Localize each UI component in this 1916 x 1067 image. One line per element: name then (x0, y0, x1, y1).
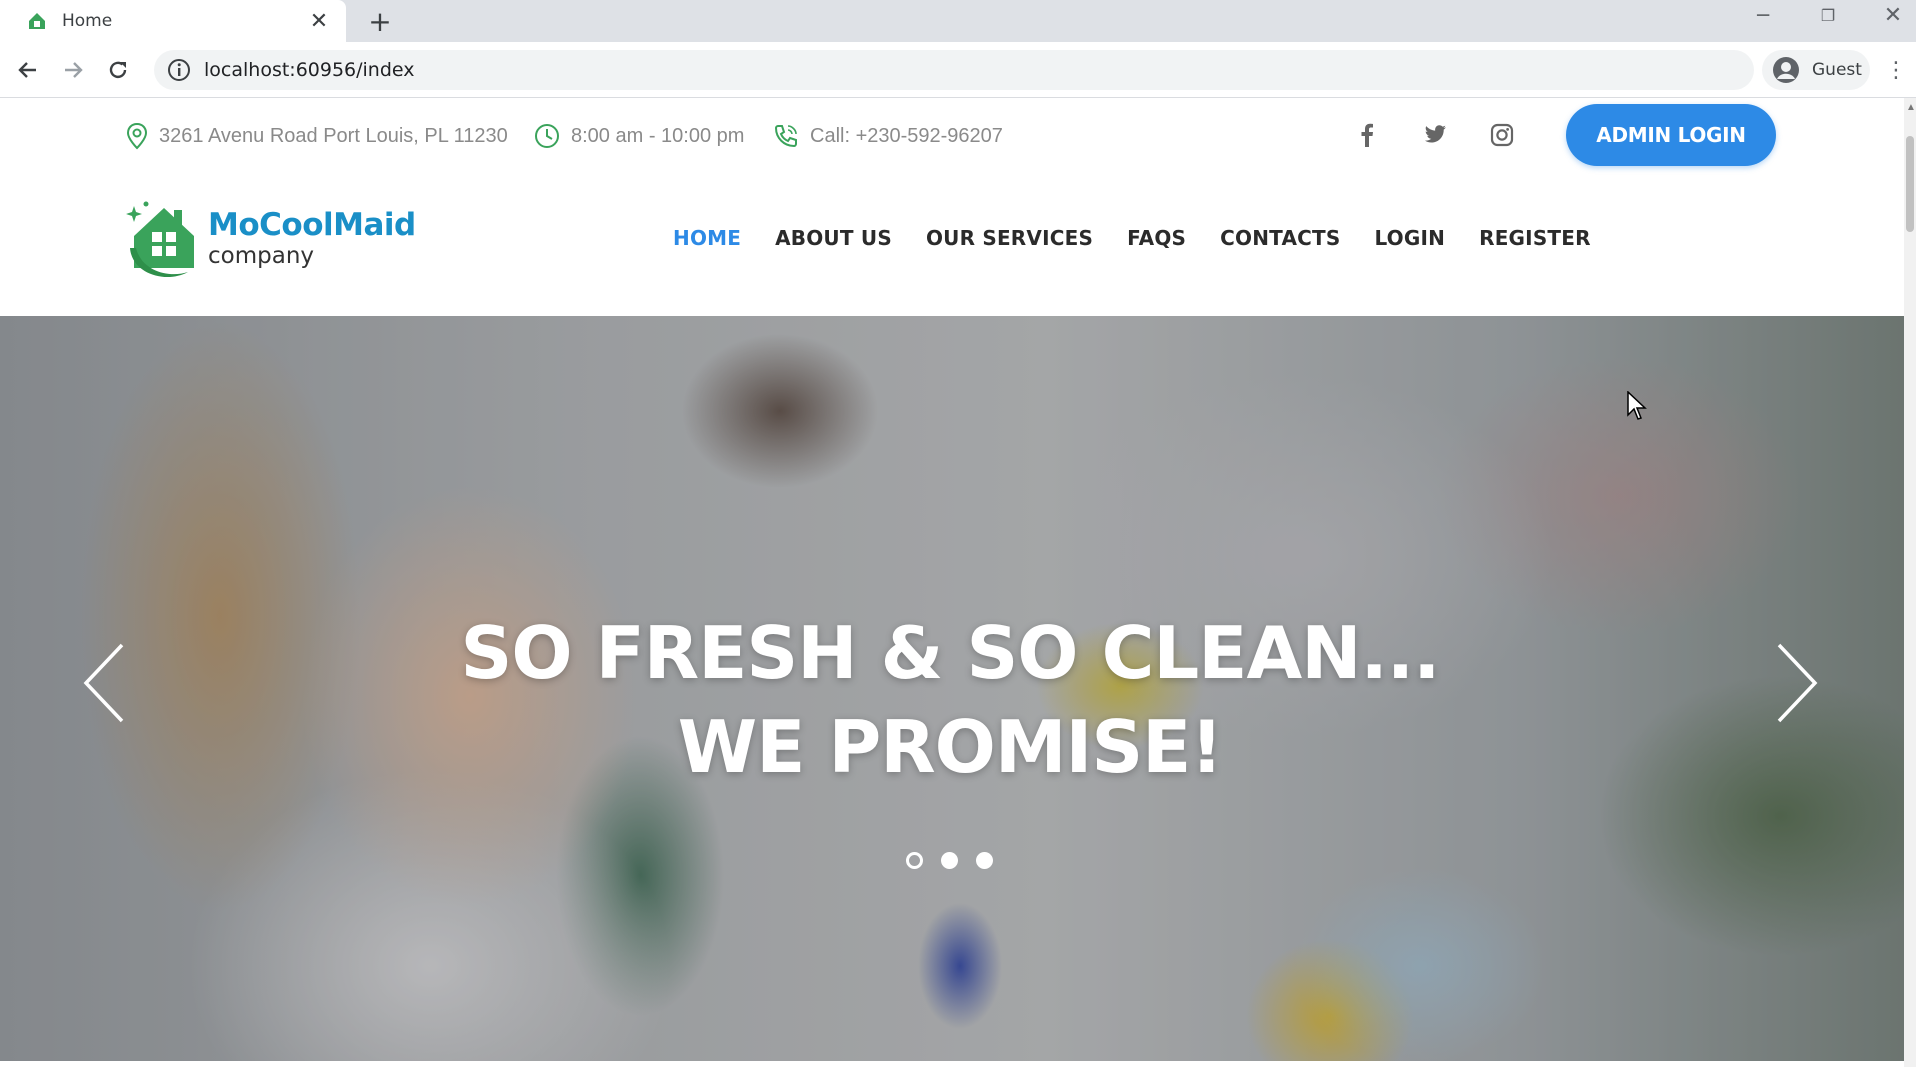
profile-button[interactable]: Guest (1762, 50, 1870, 90)
hero-headline-line1: SO FRESH & SO CLEAN... (460, 611, 1440, 695)
location-pin-icon (126, 122, 148, 150)
browser-toolbar: localhost:60956/index Guest ⋮ (0, 42, 1916, 98)
browser-tab[interactable]: Home ✕ (0, 0, 346, 42)
nav-item-about-us[interactable]: ABOUT US (775, 226, 892, 250)
slider-dot-3[interactable] (976, 852, 993, 869)
hero-headline-line2: WE PROMISE! (677, 705, 1223, 789)
browser-menu-icon[interactable]: ⋮ (1880, 54, 1912, 86)
site-favicon-icon (29, 13, 45, 29)
page-viewport: 3261 Avenu Road Port Louis, PL 11230 8:0… (0, 98, 1904, 1067)
window-minimize-icon[interactable]: ─ (1733, 0, 1793, 30)
hero-headline: SO FRESH & SO CLEAN... WE PROMISE! (0, 606, 1900, 794)
nav-item-our-services[interactable]: OUR SERVICES (926, 226, 1093, 250)
main-nav: HOME ABOUT US OUR SERVICES FAQS CONTACTS… (673, 226, 1625, 250)
site-info-icon[interactable] (166, 57, 192, 83)
site-logo[interactable]: MoCoolMaid company (126, 196, 416, 282)
hours-info: 8:00 am - 10:00 pm (533, 122, 744, 150)
slider-dot-1[interactable] (906, 852, 923, 869)
admin-login-button[interactable]: ADMIN LOGIN (1566, 104, 1776, 166)
top-info-bar: 3261 Avenu Road Port Louis, PL 11230 8:0… (0, 98, 1904, 174)
site-header: MoCoolMaid company HOME ABOUT US OUR SER… (0, 174, 1904, 316)
tab-close-icon[interactable]: ✕ (306, 8, 332, 34)
hours-text: 8:00 am - 10:00 pm (571, 124, 745, 147)
address-info: 3261 Avenu Road Port Louis, PL 11230 (125, 122, 508, 150)
instagram-icon[interactable] (1485, 118, 1519, 152)
slider-prev-arrow-icon[interactable] (80, 641, 130, 725)
window-restore-icon[interactable]: ❐ (1798, 0, 1858, 30)
slider-dot-2[interactable] (941, 852, 958, 869)
twitter-icon[interactable] (1418, 118, 1452, 152)
nav-item-contacts[interactable]: CONTACTS (1220, 226, 1340, 250)
clock-icon (535, 124, 559, 148)
slider-dots (906, 852, 1011, 869)
address-text: 3261 Avenu Road Port Louis, PL 11230 (159, 124, 508, 147)
phone-info[interactable]: Call: +230-592-96207 (772, 122, 1003, 150)
phone-text: Call: +230-592-96207 (810, 124, 1003, 147)
nav-item-home[interactable]: HOME (673, 226, 741, 250)
scroll-thumb[interactable] (1906, 136, 1914, 232)
logo-subtitle: company (208, 243, 315, 269)
url-text: localhost:60956/index (204, 59, 415, 81)
nav-item-register[interactable]: REGISTER (1479, 226, 1591, 250)
logo-name: MoCoolMaid (208, 207, 416, 243)
browser-tabstrip: Home ✕ + ─ ❐ ✕ (0, 0, 1916, 42)
profile-label: Guest (1812, 60, 1862, 80)
facebook-icon[interactable] (1350, 118, 1384, 152)
window-close-icon[interactable]: ✕ (1863, 0, 1916, 30)
back-arrow-icon[interactable] (10, 52, 46, 88)
phone-icon (774, 125, 797, 148)
house-logo-icon (126, 201, 194, 278)
reload-icon[interactable] (100, 52, 136, 88)
forward-arrow-icon[interactable] (55, 52, 91, 88)
nav-item-faqs[interactable]: FAQS (1127, 226, 1186, 250)
slider-next-arrow-icon[interactable] (1771, 641, 1821, 725)
scroll-up-icon[interactable]: ▲ (1906, 102, 1916, 113)
tab-title: Home (62, 11, 113, 31)
page-scrollbar[interactable]: ▲ (1904, 98, 1916, 1067)
mouse-cursor-icon (1627, 391, 1647, 420)
profile-avatar-icon (1773, 57, 1799, 83)
new-tab-icon[interactable]: + (363, 4, 397, 38)
address-bar[interactable]: localhost:60956/index (154, 50, 1754, 90)
logo-text: MoCoolMaid company (208, 208, 416, 270)
hero-slider: SO FRESH & SO CLEAN... WE PROMISE! (0, 316, 1904, 1061)
nav-item-login[interactable]: LOGIN (1374, 226, 1445, 250)
